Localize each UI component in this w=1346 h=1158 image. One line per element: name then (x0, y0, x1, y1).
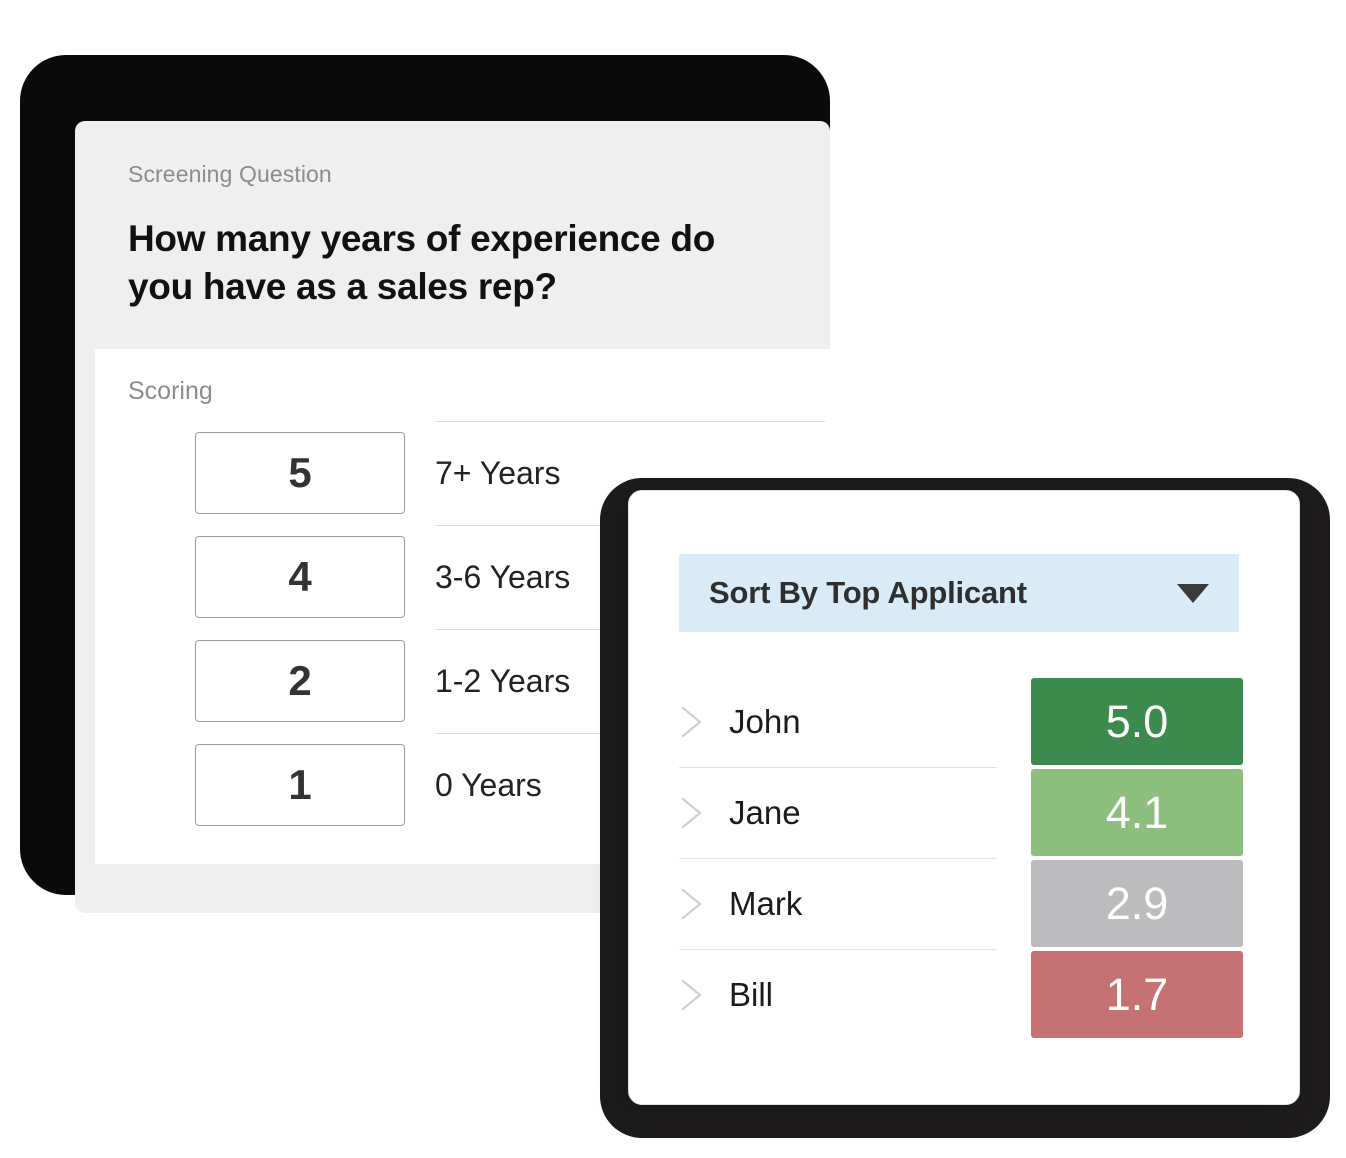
score-value-input[interactable]: 2 (195, 640, 405, 722)
sort-by-label: Sort By Top Applicant (709, 575, 1027, 610)
applicant-row[interactable]: John 5.0 (629, 676, 1299, 767)
sort-by-dropdown[interactable]: Sort By Top Applicant (679, 554, 1239, 632)
applicant-score-badge: 1.7 (1031, 951, 1243, 1038)
applicant-list: John 5.0 Jane 4.1 Mark 2.9 Bill 1.7 (629, 676, 1299, 1040)
screening-question-eyebrow: Screening Question (128, 161, 332, 187)
applicant-name: Jane (729, 794, 801, 831)
chevron-right-icon[interactable] (679, 978, 705, 1012)
score-value-input[interactable]: 4 (195, 536, 405, 618)
chevron-down-icon (1177, 583, 1209, 603)
screening-question-title: How many years of experience do you have… (128, 217, 716, 308)
applicant-name: John (729, 702, 801, 740)
applicant-name: Mark (729, 885, 803, 922)
score-value-input[interactable]: 1 (195, 744, 405, 826)
scoring-label: Scoring (128, 377, 213, 405)
applicant-row[interactable]: Bill 1.7 (629, 949, 1299, 1040)
applicant-score-badge: 2.9 (1031, 860, 1243, 947)
applicant-name-cell[interactable]: Bill (679, 949, 997, 1040)
chevron-right-icon[interactable] (679, 887, 705, 921)
score-value-input[interactable]: 5 (195, 432, 405, 514)
applicant-row[interactable]: Mark 2.9 (629, 858, 1299, 949)
applicant-name-cell[interactable]: Jane (679, 767, 997, 858)
chevron-right-icon[interactable] (679, 796, 705, 830)
chevron-right-icon[interactable] (679, 705, 705, 739)
screening-question-header: Screening Question How many years of exp… (75, 121, 830, 312)
applicant-name-cell[interactable]: John (679, 676, 997, 767)
applicant-score-badge: 4.1 (1031, 769, 1243, 856)
applicant-name: Bill (729, 976, 774, 1013)
applicant-score-badge: 5.0 (1031, 678, 1243, 765)
applicant-name-cell[interactable]: Mark (679, 858, 997, 949)
applicant-row[interactable]: Jane 4.1 (629, 767, 1299, 858)
applicant-list-card: Sort By Top Applicant John 5.0 Jane 4.1 (628, 490, 1300, 1105)
